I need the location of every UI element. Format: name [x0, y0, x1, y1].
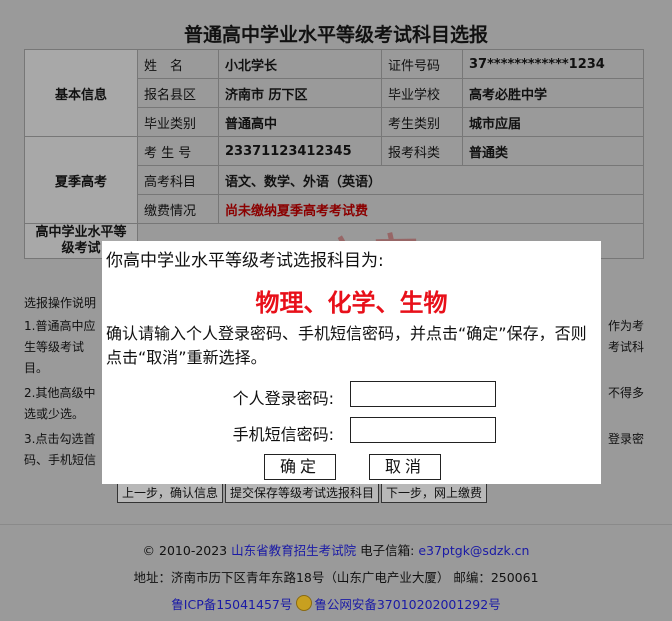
instr-1b-right: 考试科 [607, 340, 644, 354]
sms-code-input[interactable] [350, 417, 496, 443]
sms-label: 手机短信密码: [232, 425, 334, 444]
exam-type-value: 城市应届 [462, 107, 644, 137]
grad-type-label: 毕业类别 [137, 107, 219, 137]
name-value: 小北学长 [218, 49, 382, 79]
section-summer: 夏季高考 [24, 136, 138, 224]
next-step-button[interactable]: 下一步，网上缴费 [381, 482, 488, 503]
email-label: 电子信箱: [360, 543, 415, 558]
prev-step-button[interactable]: 上一步，确认信息 [117, 482, 224, 503]
category-label: 报考科类 [381, 136, 463, 166]
exam-no-value: 23371123412345 [218, 136, 382, 166]
instr-2-left: 2.其他高级中 [24, 386, 96, 400]
address: 地址：济南市历下区青年东路18号（山东广电产业大厦） 邮编：250061 [133, 570, 539, 585]
password-input[interactable] [350, 381, 496, 407]
confirm-button[interactable]: 确定 [264, 454, 336, 480]
instr-1b-left: 生等级考试 [24, 340, 85, 354]
police-record-link[interactable]: 鲁公网安备37010202001292号 [314, 597, 500, 612]
instr-1-right: 作为考 [607, 319, 644, 333]
name-label: 姓 名 [137, 49, 219, 79]
page-background: 普通高中学业水平等级考试科目选报 基本信息 姓 名 小北学长 证件号码 37**… [0, 0, 672, 621]
instr-1-left: 1.普通高中应 [24, 319, 96, 333]
password-label: 个人登录密码: [232, 389, 334, 408]
copyright: © 2010-2023 [142, 543, 228, 558]
action-buttons: 上一步，确认信息 提交保存等级考试选报科目 下一步，网上缴费 [117, 482, 489, 503]
school-label: 毕业学校 [381, 78, 463, 108]
instr-3-left: 3.点击勾选首 [24, 432, 96, 446]
dialog-message: 确认请输入个人登录密码、手机短信密码，并点击“确定”保存，否则点击“取消”重新选… [106, 324, 587, 367]
subjects-value: 语文、数学、外语（英语） [218, 165, 644, 195]
county-value: 济南市 历下区 [218, 78, 382, 108]
page-title: 普通高中学业水平等级考试科目选报 [183, 24, 488, 46]
subjects-label: 高考科目 [137, 165, 219, 195]
exam-type-label: 考生类别 [381, 107, 463, 137]
footer-divider [0, 524, 672, 525]
selected-subjects: 物理、化学、生物 [255, 289, 448, 317]
county-label: 报名县区 [137, 78, 219, 108]
police-badge-icon [296, 595, 313, 611]
id-value: 37************1234 [462, 49, 644, 79]
footer: © 2010-2023 山东省教育招生考试院 电子信箱: e37ptgk@sdz… [0, 540, 672, 621]
section-basic: 基本信息 [24, 49, 138, 137]
cancel-button[interactable]: 取消 [369, 454, 441, 480]
dialog-title: 你高中学业水平等级考试选报科目为: [106, 251, 384, 271]
email-link[interactable]: e37ptgk@sdzk.cn [418, 543, 529, 558]
info-table: 基本信息 姓 名 小北学长 证件号码 37************1234 报名… [24, 49, 644, 259]
instr-2-right: 不得多 [607, 386, 644, 400]
subject-confirm-dialog: 你高中学业水平等级考试选报科目为: 物理、化学、生物 确认请输入个人登录密码、手… [102, 241, 601, 484]
instr-3-right: 登录密 [607, 432, 644, 446]
grad-type-value: 普通高中 [218, 107, 382, 137]
school-value: 高考必胜中学 [462, 78, 644, 108]
fee-label: 缴费情况 [137, 194, 219, 224]
icp-link[interactable]: 鲁ICP备15041457号 [171, 597, 292, 612]
id-label: 证件号码 [381, 49, 463, 79]
exam-no-label: 考 生 号 [137, 136, 219, 166]
submit-subjects-button[interactable]: 提交保存等级考试选报科目 [225, 482, 380, 503]
org-link[interactable]: 山东省教育招生考试院 [231, 543, 356, 558]
category-value: 普通类 [462, 136, 644, 166]
